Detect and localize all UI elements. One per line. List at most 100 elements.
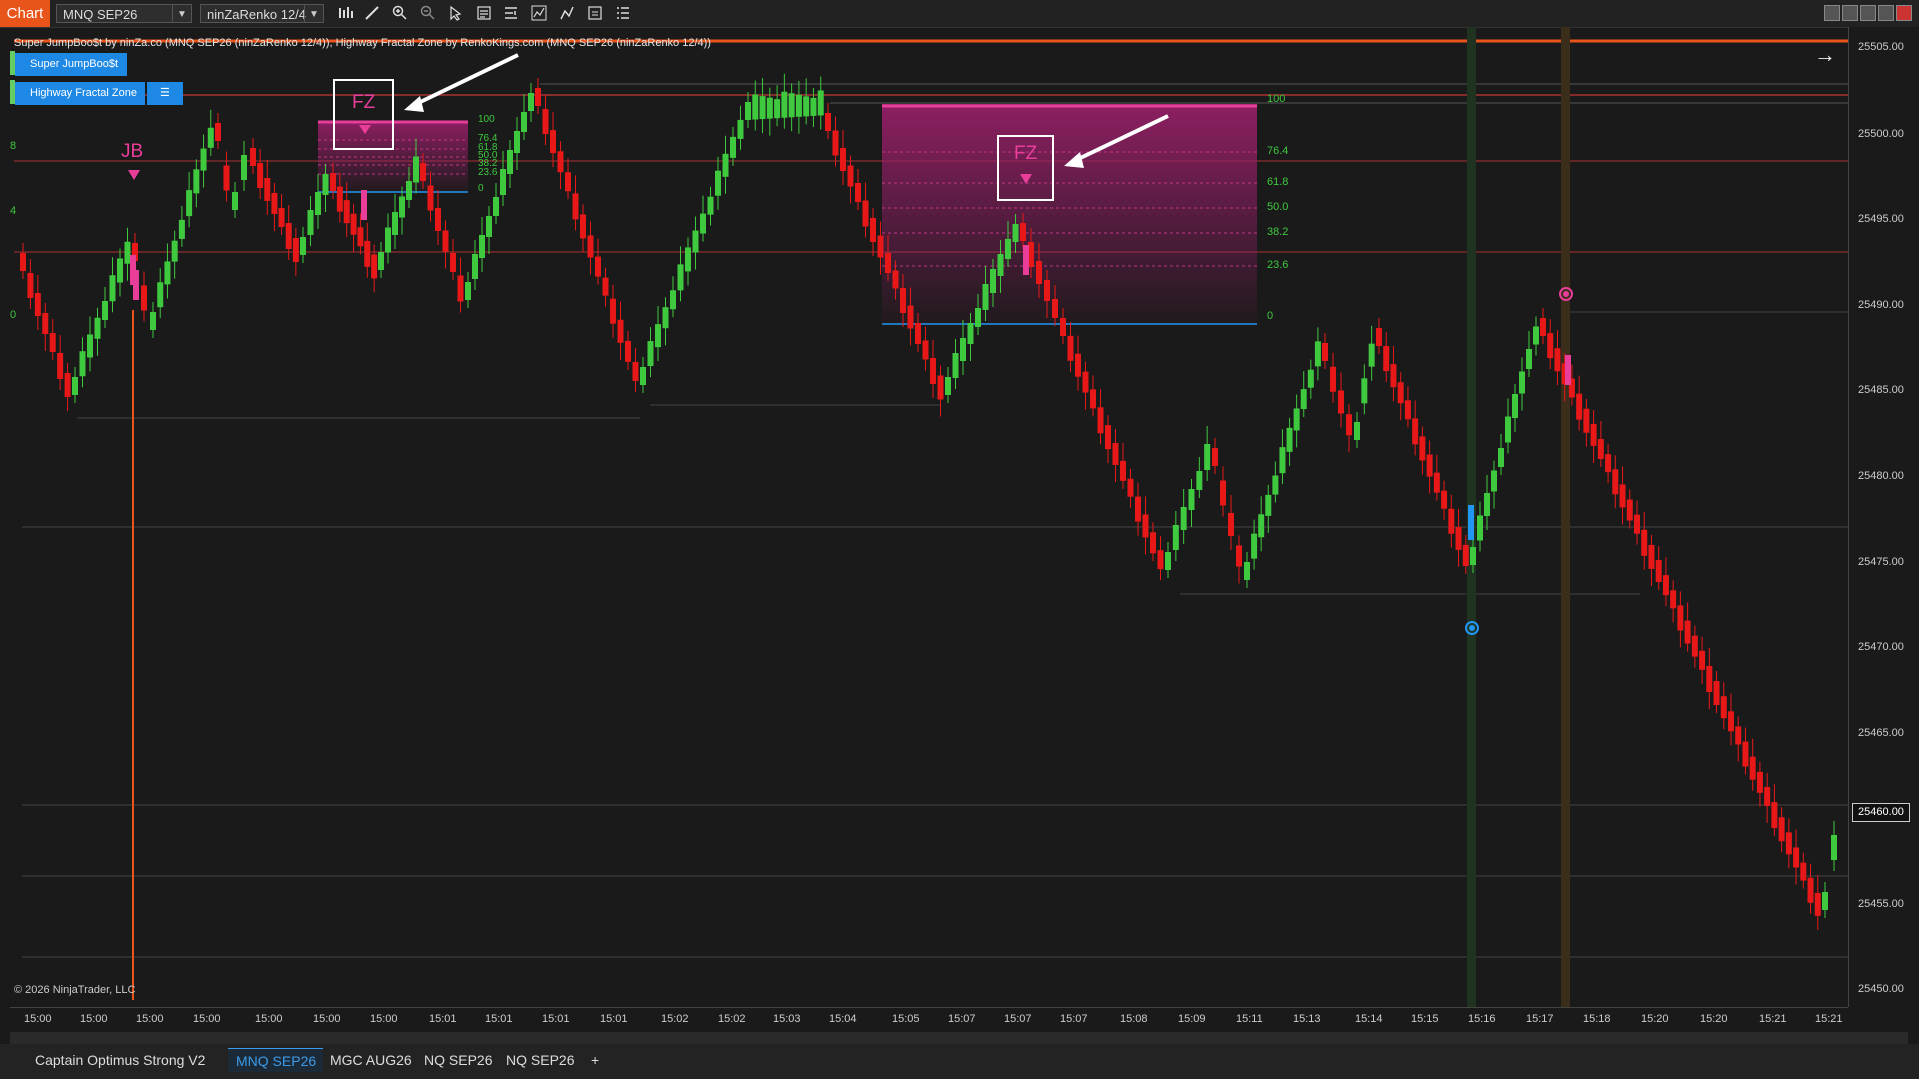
candle-body <box>692 230 699 253</box>
indicator-menu-button[interactable]: ☰ <box>147 82 183 105</box>
add-tab-button[interactable]: + <box>583 1048 609 1072</box>
fib-level-label: 23.6 <box>1267 259 1289 271</box>
fib-level-label: 61.8 <box>1267 176 1289 188</box>
candle-body <box>1172 525 1179 550</box>
candle-body <box>307 210 314 235</box>
candle-body <box>1236 545 1242 567</box>
candle-body <box>1778 817 1785 842</box>
candle-body <box>117 258 123 283</box>
copyright-text: © 2026 NinjaTrader, LLC <box>14 984 136 996</box>
annotation-arrowhead <box>404 96 424 112</box>
candle-body <box>442 230 449 252</box>
candle-body <box>759 96 766 120</box>
candle-body <box>141 285 147 311</box>
time-axis[interactable] <box>10 1007 1848 1030</box>
candle-body <box>42 313 49 334</box>
candle-body <box>1470 547 1476 565</box>
candle-body <box>997 254 1004 276</box>
candle-body <box>406 181 412 200</box>
candle-body <box>1397 382 1404 404</box>
arrow-right-icon[interactable]: → <box>1814 42 1836 68</box>
candle-body <box>157 282 164 308</box>
candle-body <box>343 200 350 224</box>
candle-body <box>278 208 285 227</box>
tab-captain-optimus[interactable]: Captain Optimus Strong V2 <box>27 1048 223 1072</box>
super-jumpboost-button[interactable]: Super JumpBoo$t <box>15 53 127 76</box>
candle-body <box>250 148 256 166</box>
tab-nq-sep26[interactable]: NQ SEP26 <box>416 1048 500 1072</box>
candle-body <box>930 358 936 384</box>
candle-body <box>847 165 854 187</box>
candle-body <box>486 216 492 237</box>
tab-nq-sep26-2[interactable]: NQ SEP26 <box>498 1048 582 1072</box>
candle-body <box>1699 650 1706 670</box>
candle-body <box>1188 489 1195 510</box>
candle-body <box>737 119 744 139</box>
candle-body <box>322 174 329 195</box>
candle-body <box>94 317 101 339</box>
candle-body <box>20 253 26 271</box>
candle-body <box>1390 364 1397 388</box>
candle-body <box>350 213 357 235</box>
candle-body <box>300 237 306 255</box>
candle-body <box>1484 493 1490 516</box>
price-axis[interactable] <box>1848 27 1919 1007</box>
candle-body <box>371 254 378 279</box>
candle-body <box>945 377 951 395</box>
candle-body <box>832 130 839 156</box>
candle-body <box>124 241 131 264</box>
candle-body <box>1020 223 1026 241</box>
candle-body <box>223 165 230 191</box>
candle-body <box>795 94 802 117</box>
candle-body <box>1655 560 1662 583</box>
candle-body <box>840 148 846 171</box>
candle-body <box>1044 280 1050 301</box>
price-chart[interactable] <box>0 0 1919 1079</box>
candle-body <box>1684 620 1691 644</box>
candle-body <box>557 151 564 173</box>
fib-level-label: 0 <box>1267 310 1274 322</box>
candle-body <box>72 377 78 395</box>
time-tick-label: 15:02 <box>718 1013 746 1025</box>
fractal-zone-large <box>882 104 1257 324</box>
candle-body <box>587 235 594 258</box>
candle-body <box>862 200 869 227</box>
candle-body <box>960 338 966 361</box>
candle-body <box>1052 299 1058 318</box>
time-tick-label: 15:15 <box>1411 1013 1439 1025</box>
candle-body <box>700 213 706 234</box>
highway-fractal-zone-button[interactable]: Highway Fractal Zone <box>15 82 145 105</box>
candle-body <box>1314 341 1321 367</box>
candle-body <box>788 93 795 118</box>
time-tick-label: 15:04 <box>829 1013 857 1025</box>
candle-body <box>1165 552 1171 570</box>
signal-bar <box>361 190 367 220</box>
time-tick-label: 15:07 <box>1060 1013 1088 1025</box>
candle-body <box>870 218 876 242</box>
left-tick: 0 <box>10 309 17 321</box>
tab-mgc-aug26[interactable]: MGC AUG26 <box>322 1048 414 1072</box>
candle-body <box>1677 605 1684 631</box>
candle-body <box>781 91 788 118</box>
time-tick-label: 15:20 <box>1641 1013 1669 1025</box>
candle-body <box>900 288 906 313</box>
candle-body <box>1338 390 1344 414</box>
time-tick-label: 15:00 <box>193 1013 221 1025</box>
chart-title: Super JumpBoo$t by ninZa.co (MNQ SEP26 (… <box>14 37 711 49</box>
candle-body <box>435 208 441 231</box>
horizontal-scrollbar[interactable] <box>10 1032 1908 1044</box>
time-tick-label: 15:16 <box>1468 1013 1496 1025</box>
candle-body <box>1455 526 1462 550</box>
candle-body <box>1505 416 1511 443</box>
candle-body <box>1448 508 1455 534</box>
price-tick-label: 25500.00 <box>1858 128 1904 140</box>
tab-mnq-sep26[interactable]: MNQ SEP26 <box>228 1048 323 1072</box>
candle-body <box>109 275 116 302</box>
candle-body <box>1258 514 1265 538</box>
candle-body <box>1265 494 1272 516</box>
time-tick-label: 15:05 <box>892 1013 920 1025</box>
signal-bar <box>133 270 139 300</box>
candle-body <box>1180 507 1187 530</box>
candle-body <box>580 214 586 239</box>
highlight-band <box>1561 27 1570 1007</box>
